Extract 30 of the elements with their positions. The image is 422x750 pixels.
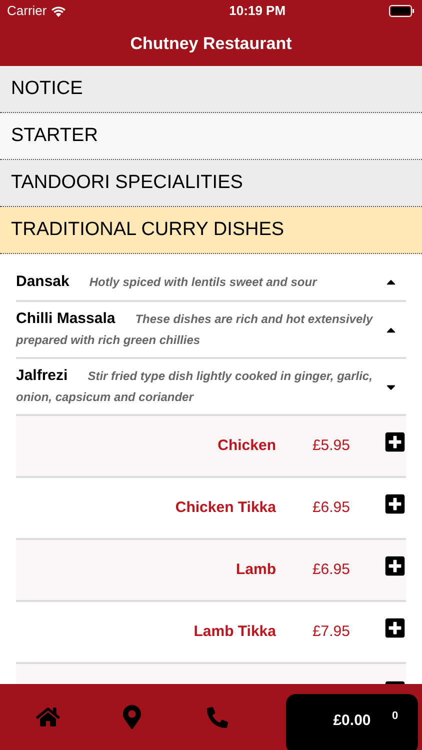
status-time: 10:19 PM [229, 2, 286, 20]
dish-row[interactable]: Chilli Massala These dishes are rich and hot extensively prepared with rich green chillies [16, 302, 406, 359]
add-icon[interactable] [384, 555, 406, 577]
item-name: Chicken Tikka [175, 498, 276, 518]
add-icon[interactable] [384, 617, 406, 639]
item-name: Chicken [218, 436, 276, 456]
dish-description: Dansak Hotly spiced with lentils sweet and sour [16, 272, 318, 292]
item-name: Lamb [236, 560, 276, 580]
carrier-label: Carrier [7, 2, 47, 20]
dish-description: Chilli Massala These dishes are rich and hot extensively prepared with rich green chillies [16, 309, 374, 349]
add-icon[interactable] [384, 493, 406, 515]
dish-description: Jalfrezi Stir fried type dish lightly cooked in ginger, garlic, onion, capsicum and coriander [16, 366, 374, 406]
category-tab[interactable]: STARTER [0, 113, 422, 160]
cart-count-label: 0 [392, 709, 398, 724]
item-price: £5.95 [311, 436, 350, 456]
item-name: Lamb Tikka [194, 622, 276, 642]
home-icon[interactable] [36, 705, 60, 729]
add-icon[interactable] [384, 431, 406, 453]
category-tab[interactable]: TRADITIONAL CURRY DISHES [0, 207, 422, 254]
wifi-icon [50, 6, 66, 16]
category-tab[interactable]: TANDOORI SPECIALITIES [0, 160, 422, 207]
location-pin-icon[interactable] [120, 705, 144, 729]
category-tab[interactable]: NOTICE [0, 66, 422, 113]
header-title: Chutney Restaurant [130, 33, 292, 56]
phone-icon[interactable] [207, 706, 228, 728]
item-price: £7.95 [311, 622, 350, 642]
battery-icon [388, 5, 415, 17]
item-price: £6.95 [311, 498, 350, 518]
dish-row[interactable]: Dansak Hotly spiced with lentils sweet and sour [16, 264, 406, 302]
item-price: £6.95 [311, 560, 350, 580]
